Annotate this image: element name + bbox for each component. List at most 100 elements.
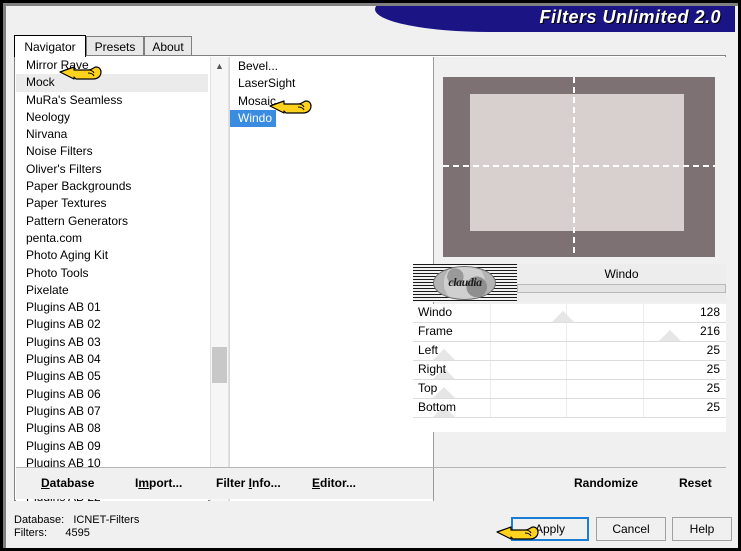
slider-track[interactable] [413,380,726,398]
slider-thumb[interactable] [552,311,575,322]
preview-guide-vertical [573,77,575,257]
effect-header-filler [517,293,726,302]
tab-presets[interactable]: Presets [86,36,144,56]
list-item[interactable]: Mirror Rave [16,57,208,74]
title-bar: Filters Unlimited 2.0 [6,6,735,32]
client-area: Navigator Presets About Mirror Rave Mock… [8,32,733,510]
slider-value: 128 [699,305,720,319]
slider-label: Right [418,362,447,376]
tab-navigator-label: Navigator [24,39,76,54]
scroll-up-icon[interactable]: ▲ [211,57,228,74]
filter-info-link-label: nfo... [252,476,281,490]
import-link[interactable]: Import... [135,476,182,490]
slider-label: Left [418,343,439,357]
tab-strip: Navigator Presets About [14,35,714,57]
slider-label: Windo [418,305,453,319]
parameter-sliders: Windo 128 Frame 216 Left 25 Right 25 Top… [413,304,726,432]
slider-label: Bottom [418,400,457,414]
preview-pane: claudia Windo Windo 128 Frame 216 Left 2… [413,57,726,501]
help-button[interactable]: Help [672,517,732,541]
slider-track[interactable] [413,342,726,360]
tab-presets-label: Presets [94,39,136,54]
slider-track[interactable] [413,361,726,379]
list-item[interactable]: Plugins AB 06 [16,386,208,403]
tab-navigator[interactable]: Navigator [14,35,86,57]
status-filters-value: 4595 [65,527,90,539]
list-item[interactable]: Nirvana [16,126,208,143]
slider-value: 216 [699,324,720,338]
list-item[interactable]: Plugins AB 07 [16,403,208,420]
list-item[interactable]: Mock [16,74,208,92]
list-item[interactable]: Bevel... [230,58,278,75]
cancel-button-label: Cancel [612,522,650,536]
navigator-panel: Mirror Rave Mock MuRa's Seamless Neology… [14,55,726,501]
window-title: Filters Unlimited 2.0 [539,7,721,27]
database-link[interactable]: Database [41,476,94,490]
list-item[interactable]: Plugins AB 05 [16,368,208,385]
list-item[interactable]: Plugins AB 08 [16,420,208,437]
database-link-label: atabase [49,476,95,490]
status-bar: Database: ICNET-Filters Filters: 4595 Ap… [8,512,733,548]
list-item[interactable]: Pixelate [16,282,208,299]
category-list-scrollbar[interactable]: ▲ ▼ [210,57,229,501]
list-item[interactable]: Paper Backgrounds [16,178,208,195]
list-item[interactable]: Paper Textures [16,195,208,212]
cancel-button[interactable]: Cancel [596,517,666,541]
slider-row[interactable]: Right 25 [413,361,726,380]
slider-label: Frame [418,324,453,338]
slider-row[interactable]: Bottom 25 [413,399,726,418]
slider-row[interactable]: Left 25 [413,342,726,361]
filters-unlimited-window: Filters Unlimited 2.0 Navigator Presets … [0,0,741,551]
slider-row[interactable]: Frame 216 [413,323,726,342]
list-item-selected[interactable]: Windo [230,109,277,128]
category-list[interactable]: Mirror Rave Mock MuRa's Seamless Neology… [16,57,208,501]
status-database-value: ICNET-Filters [73,514,140,526]
list-item[interactable]: Oliver's Filters [16,161,208,178]
apply-button[interactable]: Apply [511,517,589,541]
apply-button-label: Apply [534,522,566,536]
preview-canvas [443,77,715,257]
status-filters: Filters: 4595 [14,527,90,539]
slider-row[interactable]: Windo 128 [413,304,726,323]
logo-wordmark: claudia [448,275,482,289]
help-button-label: Help [689,522,715,536]
filter-info-link[interactable]: Filter Info... [216,476,281,490]
randomize-link[interactable]: Randomize [574,476,638,490]
slider-row[interactable]: Top 25 [413,380,726,399]
effect-header-row: claudia Windo [413,264,726,302]
list-item[interactable]: Photo Tools [16,265,208,282]
slider-track[interactable] [413,399,726,417]
slider-value: 25 [706,362,720,376]
panel-toolbar: Database Import... Filter Info... Editor… [16,467,726,499]
list-item[interactable]: Pattern Generators [16,213,208,230]
list-item[interactable]: Plugins AB 02 [16,316,208,333]
editor-link-label: ditor... [320,476,357,490]
list-item[interactable]: Plugins AB 03 [16,334,208,351]
tab-about[interactable]: About [144,36,192,56]
reset-link[interactable]: Reset [679,476,712,490]
slider-value: 25 [706,343,720,357]
list-item[interactable]: MuRa's Seamless [16,92,208,109]
list-item[interactable]: Plugins AB 04 [16,351,208,368]
list-item[interactable]: Photo Aging Kit [16,247,208,264]
database-link-accel: D [41,476,50,490]
status-database: Database: ICNET-Filters [14,514,139,526]
list-item[interactable]: Plugins AB 09 [16,438,208,455]
list-item[interactable]: Plugins AB 01 [16,299,208,316]
slider-value: 25 [706,400,720,414]
list-item[interactable]: LaserSight [230,75,295,92]
status-filters-label: Filters: [14,527,47,539]
list-item[interactable]: penta.com [16,230,208,247]
claudia-logo: claudia [413,264,517,302]
tab-about-label: About [152,39,184,54]
list-item[interactable]: Mosaic [230,93,276,110]
scrollbar-thumb[interactable] [212,347,227,383]
effect-progress-bar[interactable] [517,284,726,293]
filter-list[interactable]: Bevel... LaserSight Mosaic Windo [229,57,433,501]
preview-guide-horizontal [443,165,715,167]
editor-link[interactable]: Editor... [312,476,356,490]
slider-label: Top [418,381,438,395]
list-item[interactable]: Neology [16,109,208,126]
slider-thumb[interactable] [658,330,681,341]
list-item[interactable]: Noise Filters [16,143,208,160]
